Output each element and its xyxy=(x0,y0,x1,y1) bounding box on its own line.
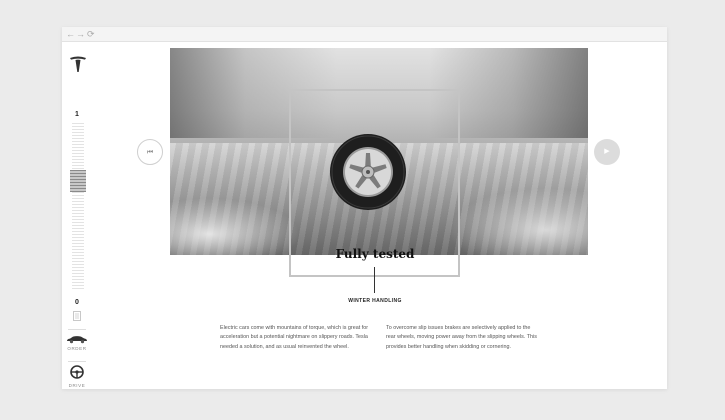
document-icon[interactable] xyxy=(73,311,81,321)
next-slide-button[interactable]: ▶ xyxy=(594,139,620,165)
step-number-current: 1 xyxy=(75,111,79,118)
sidebar-divider xyxy=(68,329,86,330)
slide-headline: Fully tested xyxy=(335,247,415,261)
scroll-track[interactable] xyxy=(72,123,84,291)
back-arrow-icon[interactable]: ← xyxy=(66,28,75,40)
scroll-thumb[interactable] xyxy=(70,169,86,192)
previous-slide-button[interactable]: ⏮ xyxy=(137,139,163,165)
car-icon[interactable] xyxy=(66,334,88,344)
drive-label[interactable]: DRIVE xyxy=(62,383,92,388)
body-paragraph-left: Electric cars come with mountains of tor… xyxy=(220,325,369,350)
steering-wheel-icon[interactable] xyxy=(70,365,84,379)
refresh-icon[interactable]: ⟳ xyxy=(87,28,95,40)
tyre-icon xyxy=(330,134,406,210)
previous-icon: ⏮ xyxy=(146,149,154,156)
body-paragraph-right: To overcome slip issues brakes are selec… xyxy=(386,325,537,350)
slide-subtitle: WINTER HANDLING xyxy=(348,298,402,304)
step-number-end: 0 xyxy=(75,299,79,306)
hero-snow-left xyxy=(170,198,300,255)
tesla-logo-icon[interactable] xyxy=(69,55,87,73)
browser-window: ← → ⟳ 1 0 ORDER DRIVE ⏮ ▶ Fully tested W… xyxy=(62,27,667,389)
hero-snow-right xyxy=(448,188,588,255)
sidebar: 1 0 ORDER DRIVE xyxy=(62,41,92,389)
play-icon: ▶ xyxy=(604,148,610,155)
headline-pointer-line xyxy=(374,267,375,293)
order-label[interactable]: ORDER xyxy=(62,346,92,351)
browser-toolbar: ← → ⟳ xyxy=(62,27,667,42)
forward-arrow-icon[interactable]: → xyxy=(76,28,85,40)
sidebar-divider xyxy=(68,361,86,362)
